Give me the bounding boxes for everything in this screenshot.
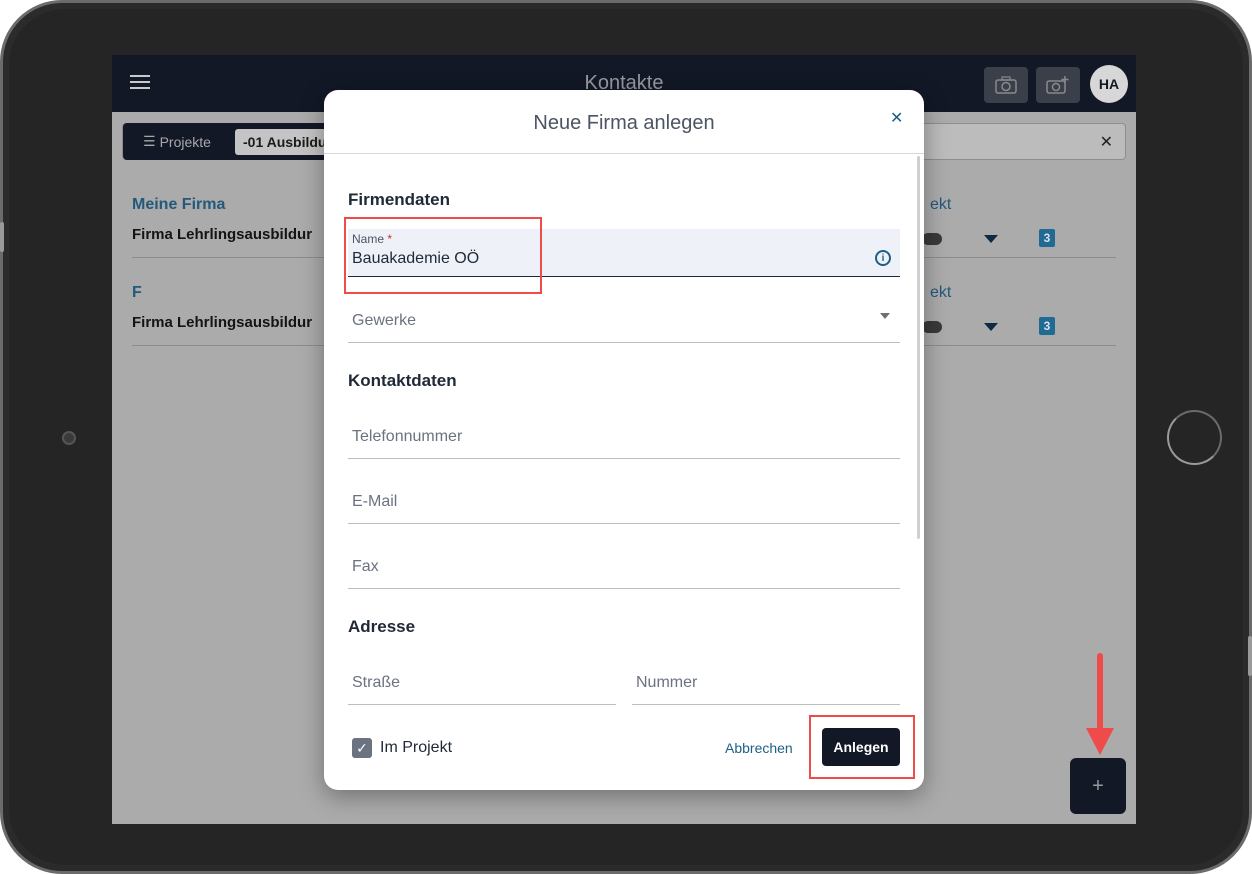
section-right-label: ekt bbox=[930, 196, 952, 213]
scrollbar[interactable] bbox=[917, 156, 920, 539]
section-label: Meine Firma bbox=[132, 196, 226, 213]
chevron-down-icon[interactable] bbox=[984, 323, 998, 331]
email-field[interactable]: E-Mail bbox=[348, 476, 900, 524]
trades-placeholder: Gewerke bbox=[352, 312, 417, 329]
dropdown-arrow-icon bbox=[880, 313, 890, 319]
phone-placeholder: Telefonnummer bbox=[352, 428, 463, 445]
camera-button[interactable] bbox=[984, 67, 1028, 103]
phone-field[interactable]: Telefonnummer bbox=[348, 411, 900, 459]
highlight-box-name bbox=[344, 217, 542, 294]
address-heading: Adresse bbox=[348, 617, 416, 636]
annotation-arrow-head bbox=[1086, 728, 1114, 755]
add-button[interactable]: + bbox=[1070, 758, 1126, 814]
count-badge: 3 bbox=[1039, 229, 1055, 247]
annotation-arrow bbox=[1097, 653, 1103, 733]
count-badge: 3 bbox=[1039, 317, 1055, 335]
list-icon: ☰ bbox=[143, 133, 156, 149]
highlight-box-create bbox=[809, 715, 915, 779]
fax-field[interactable]: Fax bbox=[348, 541, 900, 589]
camera-icon bbox=[995, 76, 1017, 94]
trades-select[interactable]: Gewerke bbox=[348, 295, 900, 343]
add-photo-button[interactable] bbox=[1036, 67, 1080, 103]
in-project-label: Im Projekt bbox=[380, 739, 453, 756]
email-placeholder: E-Mail bbox=[352, 493, 398, 510]
list-item[interactable]: Firma Lehrlingsausbildur bbox=[132, 314, 312, 331]
contact-data-heading: Kontaktdaten bbox=[348, 371, 457, 390]
dialog-title: Neue Firma anlegen bbox=[533, 112, 715, 134]
street-placeholder: Straße bbox=[352, 674, 401, 691]
house-number-field[interactable]: Nummer bbox=[632, 657, 900, 705]
in-project-checkbox[interactable]: ✓ bbox=[352, 738, 372, 758]
list-item[interactable]: Firma Lehrlingsausbildur bbox=[132, 226, 312, 243]
side-button bbox=[1248, 636, 1252, 676]
street-field[interactable]: Straße bbox=[348, 657, 616, 705]
avatar[interactable]: HA bbox=[1090, 65, 1128, 103]
number-placeholder: Nummer bbox=[636, 674, 698, 691]
section-right-label: ekt bbox=[930, 284, 952, 301]
new-company-dialog: Neue Firma anlegen ✕ Firmendaten Name * … bbox=[324, 90, 924, 790]
section-label: F bbox=[132, 284, 142, 301]
company-data-heading: Firmendaten bbox=[348, 190, 451, 209]
toggle-switch[interactable] bbox=[922, 233, 942, 245]
projects-label: Projekte bbox=[159, 133, 211, 150]
toggle-switch[interactable] bbox=[922, 321, 942, 333]
close-icon[interactable]: ✕ bbox=[1100, 132, 1113, 152]
close-icon[interactable]: ✕ bbox=[890, 108, 903, 128]
camera-lens-icon bbox=[62, 431, 76, 445]
fax-placeholder: Fax bbox=[352, 558, 379, 575]
info-icon[interactable]: i bbox=[875, 250, 891, 266]
camera-plus-icon bbox=[1046, 76, 1069, 94]
dialog-header: Neue Firma anlegen ✕ bbox=[324, 90, 924, 154]
cancel-button[interactable]: Abbrechen bbox=[725, 740, 793, 756]
volume-button bbox=[0, 222, 4, 252]
home-button[interactable] bbox=[1167, 410, 1222, 465]
chevron-down-icon[interactable] bbox=[984, 235, 998, 243]
